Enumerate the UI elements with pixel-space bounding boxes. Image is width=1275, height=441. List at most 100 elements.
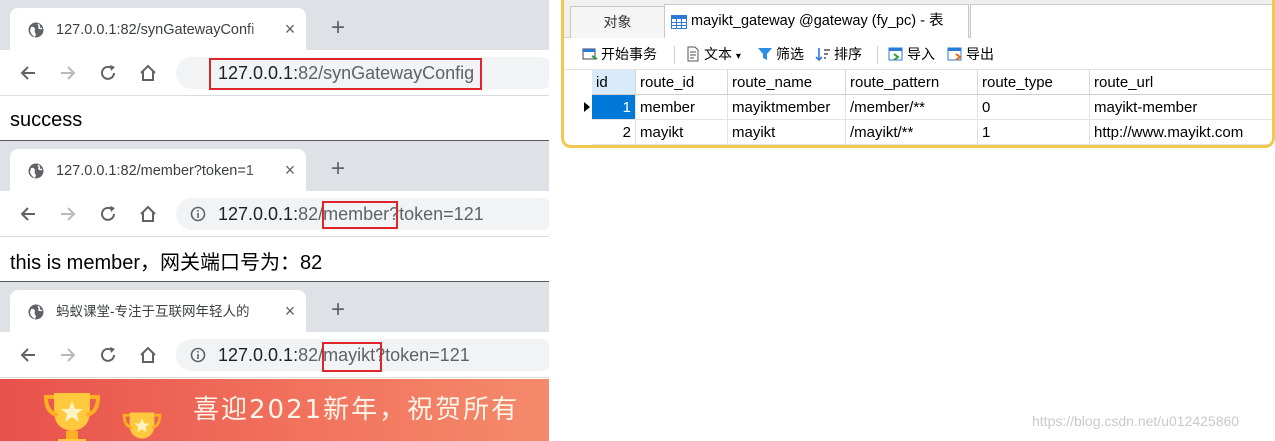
column-header-route-url[interactable]: route_url bbox=[1090, 70, 1272, 95]
trophy-icon bbox=[43, 393, 101, 441]
filter-icon bbox=[758, 48, 772, 61]
filter-button[interactable]: 筛选 bbox=[757, 44, 804, 64]
back-arrow-icon[interactable] bbox=[16, 61, 40, 85]
toolbar-divider bbox=[877, 46, 878, 64]
tab-table-title: mayikt_gateway @gateway (fy_pc) - 表 bbox=[691, 13, 944, 29]
home-icon[interactable] bbox=[136, 61, 160, 85]
tab-objects[interactable]: 对象 bbox=[570, 6, 665, 38]
tab-strip: 127.0.0.1:82/synGatewayConfi × + bbox=[0, 0, 549, 50]
highlight-box-url bbox=[209, 58, 482, 90]
forward-arrow-icon[interactable] bbox=[56, 202, 80, 226]
cell-route-name[interactable]: mayikt bbox=[728, 120, 846, 145]
filter-label: 筛选 bbox=[776, 46, 804, 62]
reload-icon[interactable] bbox=[96, 61, 120, 85]
back-arrow-icon[interactable] bbox=[16, 202, 40, 226]
sort-button[interactable]: 排序 bbox=[815, 44, 862, 64]
column-header-route-id[interactable]: route_id bbox=[636, 70, 728, 95]
cell-route-url[interactable]: mayikt-member bbox=[1090, 95, 1272, 120]
browser-window-2: 127.0.0.1:82/member?token=1 × + 127.0.0.… bbox=[0, 140, 549, 280]
import-label: 导入 bbox=[907, 46, 935, 62]
browser-tab[interactable]: 127.0.0.1:82/member?token=1 × bbox=[10, 149, 306, 191]
trophy-icon bbox=[122, 412, 162, 439]
tab-table[interactable]: mayikt_gateway @gateway (fy_pc) - 表 bbox=[664, 4, 969, 38]
tab-title: 127.0.0.1:82/member?token=1 bbox=[56, 163, 254, 179]
info-icon[interactable] bbox=[190, 206, 206, 222]
cell-route-pattern[interactable]: /mayikt/** bbox=[846, 120, 978, 145]
column-header-route-pattern[interactable]: route_pattern bbox=[846, 70, 978, 95]
cell-route-id[interactable]: member bbox=[636, 95, 728, 120]
cell-route-name[interactable]: mayiktmember bbox=[728, 95, 846, 120]
sort-icon bbox=[815, 48, 830, 62]
banner-text: 喜迎2021新年，祝贺所有 bbox=[193, 395, 520, 425]
url-host: 127.0.0.1: bbox=[218, 345, 299, 365]
globe-icon bbox=[28, 163, 44, 179]
sort-label: 排序 bbox=[834, 46, 862, 62]
screenshot-root: 127.0.0.1:82/synGatewayConfi × + 127.0.0… bbox=[0, 0, 1275, 441]
watermark-text: https://blog.csdn.net/u012425860 bbox=[1032, 413, 1240, 429]
table-icon bbox=[671, 15, 687, 29]
import-button[interactable]: 导入 bbox=[888, 44, 935, 64]
document-icon bbox=[687, 46, 699, 62]
column-header-route-name[interactable]: route_name bbox=[728, 70, 846, 95]
export-label: 导出 bbox=[966, 46, 994, 62]
export-icon bbox=[947, 47, 962, 62]
forward-arrow-icon[interactable] bbox=[56, 343, 80, 367]
import-icon bbox=[888, 47, 903, 62]
url-query: ?token=121 bbox=[375, 345, 470, 365]
url-host: 127.0.0.1: bbox=[218, 204, 299, 224]
forward-arrow-icon[interactable] bbox=[56, 61, 80, 85]
highlight-box-path bbox=[322, 201, 398, 229]
response-text: this is member，网关端口号为：82 bbox=[10, 252, 323, 274]
new-tab-icon[interactable]: + bbox=[326, 298, 350, 322]
begin-transaction-button[interactable]: 开始事务 bbox=[582, 44, 657, 64]
new-tab-icon[interactable]: + bbox=[326, 16, 350, 40]
begin-transaction-label: 开始事务 bbox=[601, 46, 657, 62]
cell-id[interactable]: 2 bbox=[592, 120, 636, 145]
cell-route-url[interactable]: http://www.mayikt.com bbox=[1090, 120, 1272, 145]
cell-id[interactable]: 1 bbox=[592, 95, 636, 120]
reload-icon[interactable] bbox=[96, 202, 120, 226]
column-header-id[interactable]: id bbox=[592, 70, 636, 95]
tab-strip: 127.0.0.1:82/member?token=1 × + bbox=[0, 141, 549, 191]
page-content: this is member，网关端口号为：82 bbox=[0, 238, 549, 280]
cell-route-type[interactable]: 1 bbox=[978, 120, 1090, 145]
browser-window-3: 蚂蚁课堂-专注于互联网年轻人的 × + 127.0.0.1:82/mayikt?… bbox=[0, 281, 549, 441]
new-tab-icon[interactable]: + bbox=[326, 157, 350, 181]
grid-header-row: id route_id route_name route_pattern rou… bbox=[574, 70, 1272, 95]
tab-strip: 蚂蚁课堂-专注于互联网年轻人的 × + bbox=[0, 282, 549, 332]
navicat-toolbar: 开始事务 文本 ▾ 筛选 排序 导入 导出 bbox=[564, 38, 1272, 70]
browser-window-1: 127.0.0.1:82/synGatewayConfi × + 127.0.0… bbox=[0, 0, 549, 140]
close-tab-icon[interactable]: × bbox=[280, 160, 300, 180]
text-button[interactable]: 文本 ▾ bbox=[685, 44, 741, 64]
browser-tab[interactable]: 蚂蚁课堂-专注于互联网年轻人的 × bbox=[10, 290, 306, 332]
transaction-icon bbox=[582, 48, 598, 61]
tab-title: 蚂蚁课堂-专注于互联网年轻人的 bbox=[56, 304, 250, 319]
reload-icon[interactable] bbox=[96, 343, 120, 367]
cell-route-type[interactable]: 0 bbox=[978, 95, 1090, 120]
navicat-table-panel: 对象 mayikt_gateway @gateway (fy_pc) - 表 开… bbox=[561, 0, 1275, 148]
export-button[interactable]: 导出 bbox=[947, 44, 994, 64]
close-tab-icon[interactable]: × bbox=[280, 301, 300, 321]
cell-route-id[interactable]: mayikt bbox=[636, 120, 728, 145]
tab-bar-empty bbox=[970, 4, 1272, 38]
close-tab-icon[interactable]: × bbox=[280, 19, 300, 39]
info-icon[interactable] bbox=[190, 347, 206, 363]
back-arrow-icon[interactable] bbox=[16, 343, 40, 367]
response-text: success bbox=[10, 109, 83, 131]
page-content: success bbox=[0, 97, 549, 140]
column-header-route-type[interactable]: route_type bbox=[978, 70, 1090, 95]
table-row[interactable]: 2 mayikt mayikt /mayikt/** 1 http://www.… bbox=[574, 120, 1272, 145]
promo-banner[interactable]: 喜迎2021新年，祝贺所有 bbox=[0, 379, 549, 441]
tab-title: 127.0.0.1:82/synGatewayConfi bbox=[56, 22, 255, 38]
highlight-box-path bbox=[322, 342, 382, 372]
navicat-tab-bar: 对象 mayikt_gateway @gateway (fy_pc) - 表 bbox=[564, 0, 1272, 38]
browser-tab[interactable]: 127.0.0.1:82/synGatewayConfi × bbox=[10, 8, 306, 50]
cell-route-pattern[interactable]: /member/** bbox=[846, 95, 978, 120]
text-label: 文本 bbox=[704, 46, 732, 62]
home-icon[interactable] bbox=[136, 343, 160, 367]
toolbar-divider bbox=[674, 46, 675, 64]
chevron-down-icon: ▾ bbox=[735, 51, 741, 62]
table-row[interactable]: 1 member mayiktmember /member/** 0 mayik… bbox=[574, 95, 1272, 120]
globe-icon bbox=[28, 22, 44, 38]
home-icon[interactable] bbox=[136, 202, 160, 226]
